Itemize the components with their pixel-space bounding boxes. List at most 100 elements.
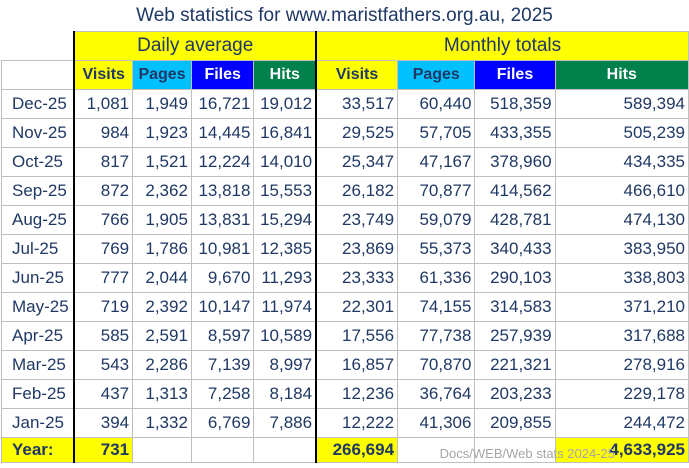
monthly-pages-cell[interactable]: 74,155 xyxy=(397,292,476,322)
monthly-pages-cell[interactable]: 57,705 xyxy=(397,118,476,148)
daily-files-cell[interactable]: 16,721 xyxy=(190,89,255,119)
monthly-visits-cell[interactable]: 23,869 xyxy=(315,234,399,264)
monthly-hits-cell[interactable]: 505,239 xyxy=(554,118,689,148)
daily-hits-cell[interactable]: 10,589 xyxy=(253,321,317,351)
daily-files-cell[interactable]: 14,445 xyxy=(190,118,255,148)
daily-hits-cell[interactable]: 7,886 xyxy=(253,408,317,438)
daily-files-cell[interactable]: 10,981 xyxy=(190,234,255,264)
monthly-pages-cell[interactable]: 36,764 xyxy=(397,379,476,409)
month-cell[interactable]: May-25 xyxy=(1,292,75,322)
monthly-hits-cell[interactable]: 474,130 xyxy=(554,205,689,235)
monthly-files-cell[interactable]: 340,433 xyxy=(474,234,556,264)
monthly-visits-cell[interactable]: 23,749 xyxy=(315,205,399,235)
year-daily-hits[interactable] xyxy=(253,437,317,463)
daily-hits-cell[interactable]: 16,841 xyxy=(253,118,317,148)
month-cell[interactable]: Dec-25 xyxy=(1,89,75,119)
daily-visits-cell[interactable]: 543 xyxy=(73,350,134,380)
monthly-hits-cell[interactable]: 466,610 xyxy=(554,176,689,206)
monthly-hits-cell[interactable]: 229,178 xyxy=(554,379,689,409)
monthly-hits-cell[interactable]: 434,335 xyxy=(554,147,689,177)
month-cell[interactable]: Oct-25 xyxy=(1,147,75,177)
monthly-visits-cell[interactable]: 12,222 xyxy=(315,408,399,438)
daily-visits-cell[interactable]: 394 xyxy=(73,408,134,438)
month-cell[interactable]: Feb-25 xyxy=(1,379,75,409)
monthly-visits-cell[interactable]: 25,347 xyxy=(315,147,399,177)
monthly-pages-cell[interactable]: 70,870 xyxy=(397,350,476,380)
year-daily-pages[interactable] xyxy=(132,437,192,463)
daily-files-cell[interactable]: 13,818 xyxy=(190,176,255,206)
daily-visits-cell[interactable]: 872 xyxy=(73,176,134,206)
daily-files-cell[interactable]: 6,769 xyxy=(190,408,255,438)
monthly-visits-cell[interactable]: 17,556 xyxy=(315,321,399,351)
daily-pages-cell[interactable]: 1,332 xyxy=(132,408,192,438)
daily-visits-cell[interactable]: 817 xyxy=(73,147,134,177)
monthly-files-cell[interactable]: 428,781 xyxy=(474,205,556,235)
daily-pages-cell[interactable]: 2,044 xyxy=(132,263,192,293)
month-cell[interactable]: Mar-25 xyxy=(1,350,75,380)
daily-visits-cell[interactable]: 984 xyxy=(73,118,134,148)
monthly-hits-cell[interactable]: 383,950 xyxy=(554,234,689,264)
daily-pages-cell[interactable]: 1,949 xyxy=(132,89,192,119)
monthly-hits-cell[interactable]: 371,210 xyxy=(554,292,689,322)
daily-visits-cell[interactable]: 769 xyxy=(73,234,134,264)
daily-pages-cell[interactable]: 1,313 xyxy=(132,379,192,409)
daily-visits-cell[interactable]: 719 xyxy=(73,292,134,322)
monthly-hits-cell[interactable]: 589,394 xyxy=(554,89,689,119)
daily-hits-cell[interactable]: 19,012 xyxy=(253,89,317,119)
monthly-pages-cell[interactable]: 70,877 xyxy=(397,176,476,206)
monthly-hits-cell[interactable]: 338,803 xyxy=(554,263,689,293)
daily-pages-cell[interactable]: 1,786 xyxy=(132,234,192,264)
monthly-files-cell[interactable]: 257,939 xyxy=(474,321,556,351)
daily-pages-cell[interactable]: 1,923 xyxy=(132,118,192,148)
month-cell[interactable]: Apr-25 xyxy=(1,321,75,351)
monthly-pages-cell[interactable]: 60,440 xyxy=(397,89,476,119)
monthly-visits-cell[interactable]: 23,333 xyxy=(315,263,399,293)
monthly-files-cell[interactable]: 209,855 xyxy=(474,408,556,438)
daily-files-cell[interactable]: 7,139 xyxy=(190,350,255,380)
daily-hits-cell[interactable]: 11,293 xyxy=(253,263,317,293)
daily-files-cell[interactable]: 8,597 xyxy=(190,321,255,351)
daily-files-cell[interactable]: 7,258 xyxy=(190,379,255,409)
monthly-visits-cell[interactable]: 26,182 xyxy=(315,176,399,206)
monthly-files-cell[interactable]: 290,103 xyxy=(474,263,556,293)
daily-pages-cell[interactable]: 2,286 xyxy=(132,350,192,380)
daily-visits-cell[interactable]: 437 xyxy=(73,379,134,409)
monthly-visits-cell[interactable]: 16,857 xyxy=(315,350,399,380)
monthly-files-cell[interactable]: 203,233 xyxy=(474,379,556,409)
monthly-pages-cell[interactable]: 47,167 xyxy=(397,147,476,177)
daily-files-cell[interactable]: 10,147 xyxy=(190,292,255,322)
daily-hits-cell[interactable]: 15,553 xyxy=(253,176,317,206)
month-cell[interactable]: Aug-25 xyxy=(1,205,75,235)
monthly-files-cell[interactable]: 518,359 xyxy=(474,89,556,119)
monthly-visits-cell[interactable]: 29,525 xyxy=(315,118,399,148)
month-cell[interactable]: Nov-25 xyxy=(1,118,75,148)
monthly-pages-cell[interactable]: 55,373 xyxy=(397,234,476,264)
daily-visits-cell[interactable]: 777 xyxy=(73,263,134,293)
monthly-pages-cell[interactable]: 61,336 xyxy=(397,263,476,293)
monthly-hits-cell[interactable]: 278,916 xyxy=(554,350,689,380)
daily-visits-cell[interactable]: 766 xyxy=(73,205,134,235)
monthly-files-cell[interactable]: 378,960 xyxy=(474,147,556,177)
daily-pages-cell[interactable]: 1,905 xyxy=(132,205,192,235)
monthly-pages-cell[interactable]: 77,738 xyxy=(397,321,476,351)
year-monthly-visits[interactable]: 266,694 xyxy=(315,437,399,463)
daily-files-cell[interactable]: 13,831 xyxy=(190,205,255,235)
daily-visits-cell[interactable]: 1,081 xyxy=(73,89,134,119)
daily-pages-cell[interactable]: 2,392 xyxy=(132,292,192,322)
daily-hits-cell[interactable]: 8,184 xyxy=(253,379,317,409)
month-cell[interactable]: Jan-25 xyxy=(1,408,75,438)
monthly-files-cell[interactable]: 221,321 xyxy=(474,350,556,380)
monthly-pages-cell[interactable]: 59,079 xyxy=(397,205,476,235)
month-cell[interactable]: Jun-25 xyxy=(1,263,75,293)
monthly-visits-cell[interactable]: 12,236 xyxy=(315,379,399,409)
daily-hits-cell[interactable]: 8,997 xyxy=(253,350,317,380)
daily-hits-cell[interactable]: 11,974 xyxy=(253,292,317,322)
daily-pages-cell[interactable]: 2,362 xyxy=(132,176,192,206)
monthly-files-cell[interactable]: 433,355 xyxy=(474,118,556,148)
daily-pages-cell[interactable]: 1,521 xyxy=(132,147,192,177)
daily-visits-cell[interactable]: 585 xyxy=(73,321,134,351)
year-daily-files[interactable] xyxy=(190,437,255,463)
daily-files-cell[interactable]: 9,670 xyxy=(190,263,255,293)
month-cell[interactable]: Sep-25 xyxy=(1,176,75,206)
daily-hits-cell[interactable]: 15,294 xyxy=(253,205,317,235)
